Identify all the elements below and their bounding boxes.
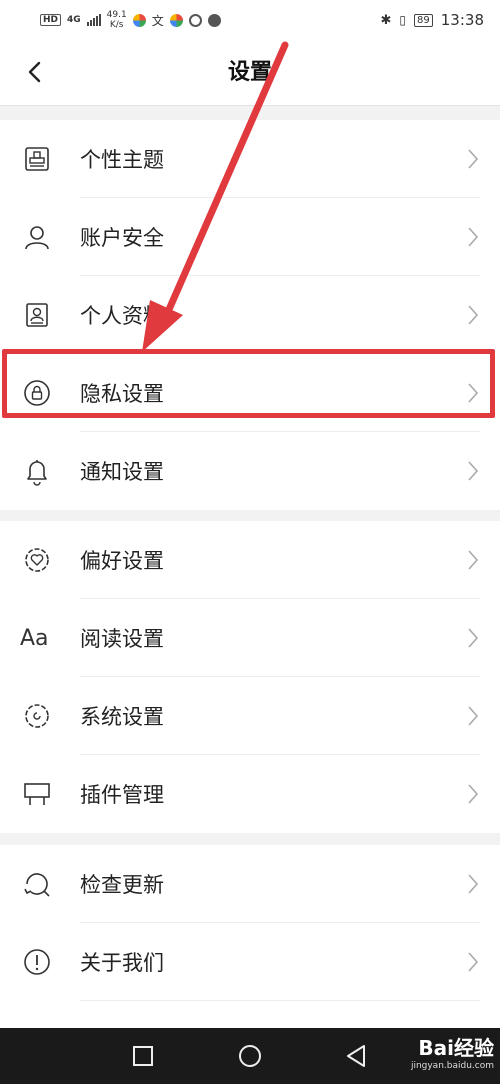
aperture-notification-icon [207, 13, 221, 27]
battery-icon: 89 [414, 13, 433, 27]
profile-card-icon [20, 298, 54, 332]
hd-tag: HD [40, 14, 62, 26]
system-gear-icon [20, 699, 54, 733]
lock-icon [20, 376, 54, 410]
watermark-url: jingyan.baidu.com [410, 1061, 494, 1071]
settings-item-preferences[interactable]: 偏好设置 [0, 521, 500, 599]
settings-item-label: 阅读设置 [80, 627, 164, 651]
divider [80, 1000, 480, 1001]
signal-icon [86, 14, 101, 26]
chevron-right-icon [468, 784, 479, 804]
chevron-right-icon [468, 461, 479, 481]
settings-item-label: 通知设置 [80, 460, 164, 484]
chevron-right-icon [468, 305, 479, 325]
settings-item-account-security[interactable]: 账户安全 [0, 198, 500, 276]
font-aa-icon: Aa [20, 621, 60, 655]
settings-group-2: 偏好设置 Aa 阅读设置 系统设置 插件管理 [0, 521, 500, 833]
plugin-icon [20, 777, 54, 811]
settings-item-privacy[interactable]: 隐私设置 [0, 354, 500, 432]
settings-item-about[interactable]: 关于我们 [0, 923, 500, 1001]
settings-item-plugins[interactable]: 插件管理 [0, 755, 500, 833]
settings-item-system[interactable]: 系统设置 [0, 677, 500, 755]
settings-item-reading[interactable]: Aa 阅读设置 [0, 599, 500, 677]
network-type: 4G [67, 15, 81, 25]
translate-notification-icon: 文 [151, 13, 164, 28]
bluetooth-icon: ✱ [380, 12, 392, 28]
settings-item-label: 系统设置 [80, 705, 164, 729]
chevron-right-icon [468, 227, 479, 247]
back-icon[interactable] [340, 1040, 372, 1072]
settings-item-check-update[interactable]: 检查更新 [0, 845, 500, 923]
app-notification-icon-2 [169, 13, 183, 27]
status-time: 13:38 [440, 11, 484, 29]
info-exclamation-icon [20, 945, 54, 979]
settings-item-label: 账户安全 [80, 226, 164, 250]
speed-value: 49.1 [106, 10, 127, 20]
app-header: 设置 [0, 40, 500, 106]
page-title: 设置 [227, 60, 272, 85]
chevron-right-icon [468, 550, 479, 570]
home-icon[interactable] [234, 1040, 266, 1072]
camera-notification-icon [188, 13, 202, 27]
chevron-right-icon [468, 149, 479, 169]
chevron-right-icon [468, 874, 479, 894]
chevron-right-icon [468, 383, 479, 403]
settings-item-label: 偏好设置 [80, 549, 164, 573]
font-aa-text: Aa [20, 625, 49, 651]
status-left: HD 4G 49.1 K/s 文 [40, 10, 221, 30]
settings-item-label: 关于我们 [80, 951, 164, 975]
baidu-jingyan-watermark: Bai经验 jingyan.baidu.com [411, 1032, 494, 1071]
status-bar: HD 4G 49.1 K/s 文 ✱ ▯ 89 13:38 [0, 0, 500, 40]
speed-unit: K/s [109, 20, 124, 30]
heart-gear-icon [20, 543, 54, 577]
settings-group-1: 个性主题 账户安全 个人资料 隐私设置 通知设置 [0, 120, 500, 510]
theme-icon [20, 142, 54, 176]
user-icon [20, 220, 54, 254]
chevron-right-icon [468, 628, 479, 648]
system-nav-bar: Bai经验 jingyan.baidu.com [0, 1028, 500, 1084]
settings-item-theme[interactable]: 个性主题 [0, 120, 500, 198]
status-right: ✱ ▯ 89 13:38 [381, 11, 484, 29]
recent-apps-icon[interactable] [127, 1040, 159, 1072]
settings-item-label: 插件管理 [80, 783, 164, 807]
refresh-search-icon [20, 867, 54, 901]
settings-group-3: 检查更新 关于我们 [0, 845, 500, 1028]
settings-item-profile[interactable]: 个人资料 [0, 276, 500, 354]
settings-item-label: 个性主题 [80, 148, 164, 172]
chevron-right-icon [468, 952, 479, 972]
settings-item-notifications[interactable]: 通知设置 [0, 432, 500, 510]
settings-item-label: 隐私设置 [80, 382, 164, 406]
app-notification-icon [132, 13, 146, 27]
settings-item-label: 检查更新 [80, 873, 164, 897]
network-speed: 49.1 K/s [107, 10, 127, 30]
vibrate-icon: ▯ [399, 13, 407, 27]
settings-item-label: 个人资料 [80, 304, 164, 328]
watermark-brand: Bai经验 [418, 1036, 494, 1060]
bell-icon [20, 454, 54, 488]
chevron-right-icon [468, 706, 479, 726]
